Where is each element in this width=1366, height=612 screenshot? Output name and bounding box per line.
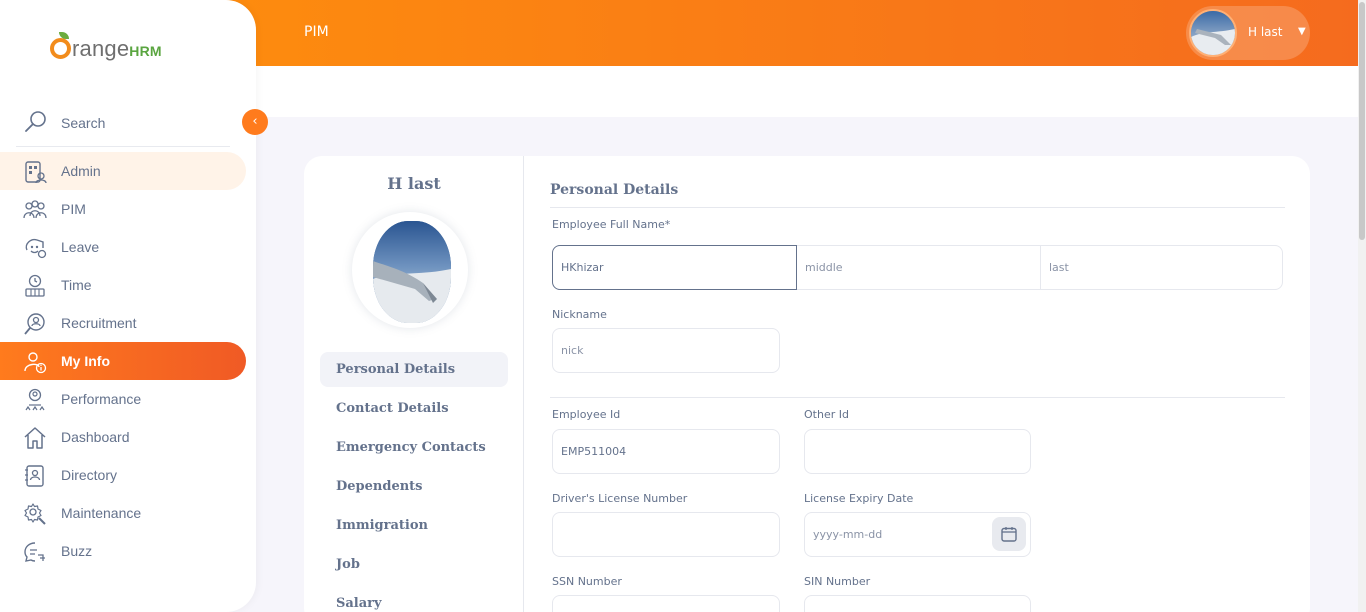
maintenance-icon	[24, 503, 46, 525]
sidebar-search[interactable]: Search	[16, 104, 230, 147]
employee-profile-panel: H last Personal Details Contact Details …	[304, 156, 524, 612]
nickname-input[interactable]	[552, 328, 780, 373]
other-id-label: Other Id	[804, 408, 849, 421]
admin-icon	[25, 161, 47, 184]
section-title: Personal Details	[550, 182, 679, 198]
collapse-sidebar-button[interactable]: ‹	[242, 109, 268, 135]
sidebar-item-label: Recruitment	[61, 315, 137, 331]
tab-salary[interactable]: Salary	[320, 586, 508, 612]
tab-emergency-contacts[interactable]: Emergency Contacts	[320, 430, 508, 465]
chevron-left-icon: ‹	[252, 114, 258, 129]
performance-icon	[25, 388, 45, 411]
sidebar-item-maintenance[interactable]: Maintenance	[0, 494, 246, 532]
sidebar-item-label: Leave	[61, 239, 100, 255]
tab-immigration[interactable]: Immigration	[320, 508, 508, 543]
sidebar-item-label: Time	[61, 277, 92, 293]
sidebar-item-admin[interactable]: Admin	[0, 152, 246, 190]
recruitment-icon	[24, 313, 45, 335]
user-name: H last	[1248, 25, 1283, 39]
buzz-icon	[24, 542, 45, 562]
last-name-input[interactable]	[1041, 245, 1283, 290]
middle-name-input[interactable]	[797, 245, 1041, 290]
nickname-label: Nickname	[552, 308, 607, 321]
sidebar-item-dashboard[interactable]: Dashboard	[0, 418, 246, 456]
caret-down-icon: ▼	[1298, 26, 1306, 37]
dashboard-icon	[24, 427, 46, 449]
sidebar-item-label: Maintenance	[61, 505, 142, 521]
employee-details-card: H last Personal Details Contact Details …	[304, 156, 1310, 612]
user-avatar	[1189, 9, 1237, 57]
sidebar-item-recruitment[interactable]: Recruitment	[0, 304, 246, 342]
search-icon	[25, 111, 46, 132]
tab-contact-details[interactable]: Contact Details	[320, 391, 508, 426]
sidebar: rangeHRM Search Admin PIM Leave Time Rec…	[0, 0, 268, 612]
sidebar-item-label: Performance	[61, 391, 142, 407]
user-menu[interactable]: H last ▼	[1186, 6, 1310, 60]
sidebar-item-my-info[interactable]: My Info	[0, 342, 246, 380]
other-id-input[interactable]	[804, 429, 1031, 474]
time-icon	[25, 274, 45, 297]
license-expiry-label: License Expiry Date	[804, 492, 914, 505]
full-name-label: Employee Full Name*	[552, 218, 671, 231]
tab-job[interactable]: Job	[320, 547, 508, 582]
ssn-input[interactable]	[552, 595, 780, 612]
sidebar-item-performance[interactable]: Performance	[0, 380, 246, 418]
sidebar-item-label: Dashboard	[61, 429, 130, 445]
employee-photo[interactable]	[352, 212, 468, 328]
leave-icon	[25, 238, 47, 259]
search-label: Search	[61, 115, 106, 131]
divider	[550, 207, 1285, 208]
tab-dependents[interactable]: Dependents	[320, 469, 508, 504]
first-name-input[interactable]	[552, 245, 797, 290]
sidebar-item-label: Admin	[61, 163, 101, 179]
tab-personal-details[interactable]: Personal Details	[320, 352, 508, 387]
full-name-group	[552, 245, 1283, 290]
sidebar-item-label: Directory	[61, 467, 118, 483]
divider	[550, 397, 1285, 398]
scrollbar-thumb[interactable]	[1359, 2, 1365, 240]
license-number-input[interactable]	[552, 512, 780, 557]
sidebar-item-buzz[interactable]: Buzz	[0, 532, 246, 570]
sub-header	[256, 66, 1358, 117]
sin-label: SIN Number	[804, 575, 871, 588]
pim-icon	[23, 200, 47, 219]
sidebar-item-directory[interactable]: Directory	[0, 456, 246, 494]
employee-name: H last	[387, 174, 441, 193]
sidebar-item-label: PIM	[61, 201, 86, 217]
sidebar-item-label: Buzz	[61, 543, 93, 559]
sin-input[interactable]	[804, 595, 1031, 612]
license-number-label: Driver's License Number	[552, 492, 688, 505]
employee-id-label: Employee Id	[552, 408, 621, 421]
sidebar-item-time[interactable]: Time	[0, 266, 246, 304]
calendar-button[interactable]	[992, 517, 1026, 551]
ssn-label: SSN Number	[552, 575, 622, 588]
sidebar-item-label: My Info	[61, 353, 110, 369]
page-title: PIM	[304, 24, 329, 40]
calendar-icon	[1001, 527, 1017, 542]
employee-id-input[interactable]	[552, 429, 780, 474]
my-info-icon	[24, 352, 47, 374]
sidebar-item-leave[interactable]: Leave	[0, 228, 246, 266]
directory-icon	[25, 465, 44, 487]
sidebar-item-pim[interactable]: PIM	[0, 190, 246, 228]
